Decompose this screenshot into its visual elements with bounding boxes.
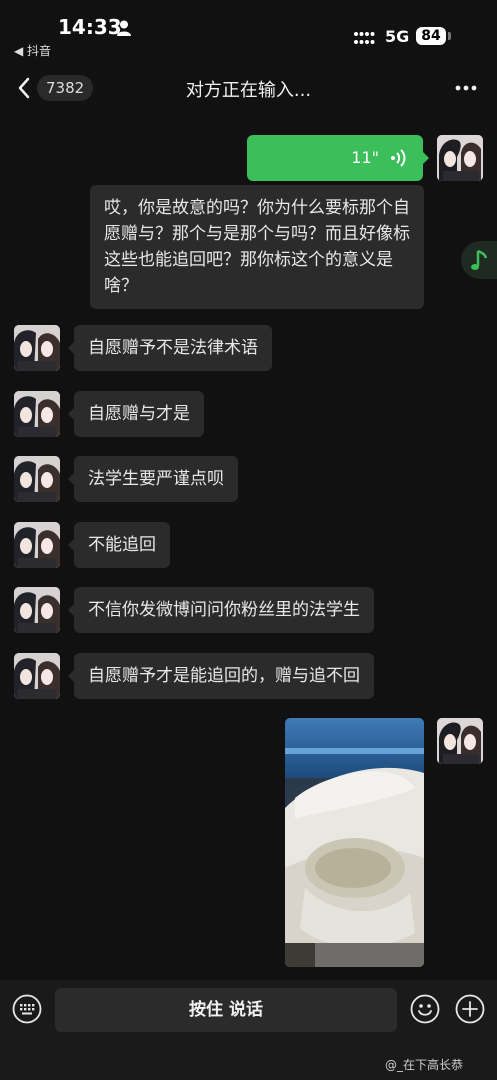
emoji-icon[interactable]	[410, 994, 440, 1024]
status-time: 14:33	[58, 15, 122, 39]
message-contact[interactable]: 自愿赠予不是法律术语	[68, 325, 272, 371]
keyboard-icon[interactable]	[12, 994, 42, 1024]
signal-icon	[354, 32, 375, 44]
status-bar: 14:33 ◀ 抖音 5G 84	[0, 0, 497, 62]
avatar-contact[interactable]	[14, 325, 60, 371]
battery-level: 84	[416, 27, 446, 45]
avatar-self[interactable]	[437, 135, 483, 181]
battery-tip	[448, 32, 451, 40]
avatar-contact[interactable]	[14, 522, 60, 568]
avatar-self[interactable]	[437, 718, 483, 764]
weibo-watermark: @_在下高长恭	[385, 1058, 464, 1072]
input-bar: 按住 说话 @_在下高长恭	[0, 980, 497, 1080]
chat-header: 7382 对方正在输入...	[0, 62, 497, 114]
plus-icon[interactable]	[455, 994, 485, 1024]
chat-title: 对方正在输入...	[185, 80, 312, 101]
message-list[interactable]: 11" 哎，你是故意的吗？你为什么要标那个自愿赠与？那个与是那个与吗？而且好像标…	[0, 114, 497, 980]
voice-wave-icon	[391, 149, 406, 167]
more-icon[interactable]	[454, 78, 478, 98]
voice-message-bubble[interactable]: 11"	[247, 135, 429, 181]
message-contact[interactable]: 不信你发微博问问你粉丝里的法学生	[68, 587, 374, 633]
voice-duration: 11"	[351, 148, 379, 167]
avatar-contact[interactable]	[14, 653, 60, 699]
avatar-contact[interactable]	[14, 587, 60, 633]
image-message[interactable]	[285, 718, 424, 967]
message-contact[interactable]: 不能追回	[68, 522, 170, 568]
message-contact[interactable]: 自愿赠与才是	[68, 391, 204, 437]
message-contact[interactable]: 自愿赠予才是能追回的，赠与追不回	[68, 653, 374, 699]
back-to-app-link[interactable]: ◀ 抖音	[14, 42, 51, 59]
message-self-text[interactable]: 哎，你是故意的吗？你为什么要标那个自愿赠与？那个与是那个与吗？而且好像标这些也能…	[90, 185, 424, 309]
avatar-contact[interactable]	[14, 391, 60, 437]
message-contact[interactable]: 法学生要严谨点呗	[68, 456, 238, 502]
hold-to-talk-button[interactable]: 按住 说话	[55, 988, 397, 1032]
person-icon	[117, 20, 131, 36]
network-type: 5G	[385, 27, 410, 46]
music-float-button[interactable]	[461, 241, 497, 279]
music-note-icon	[471, 249, 488, 270]
avatar-contact[interactable]	[14, 456, 60, 502]
